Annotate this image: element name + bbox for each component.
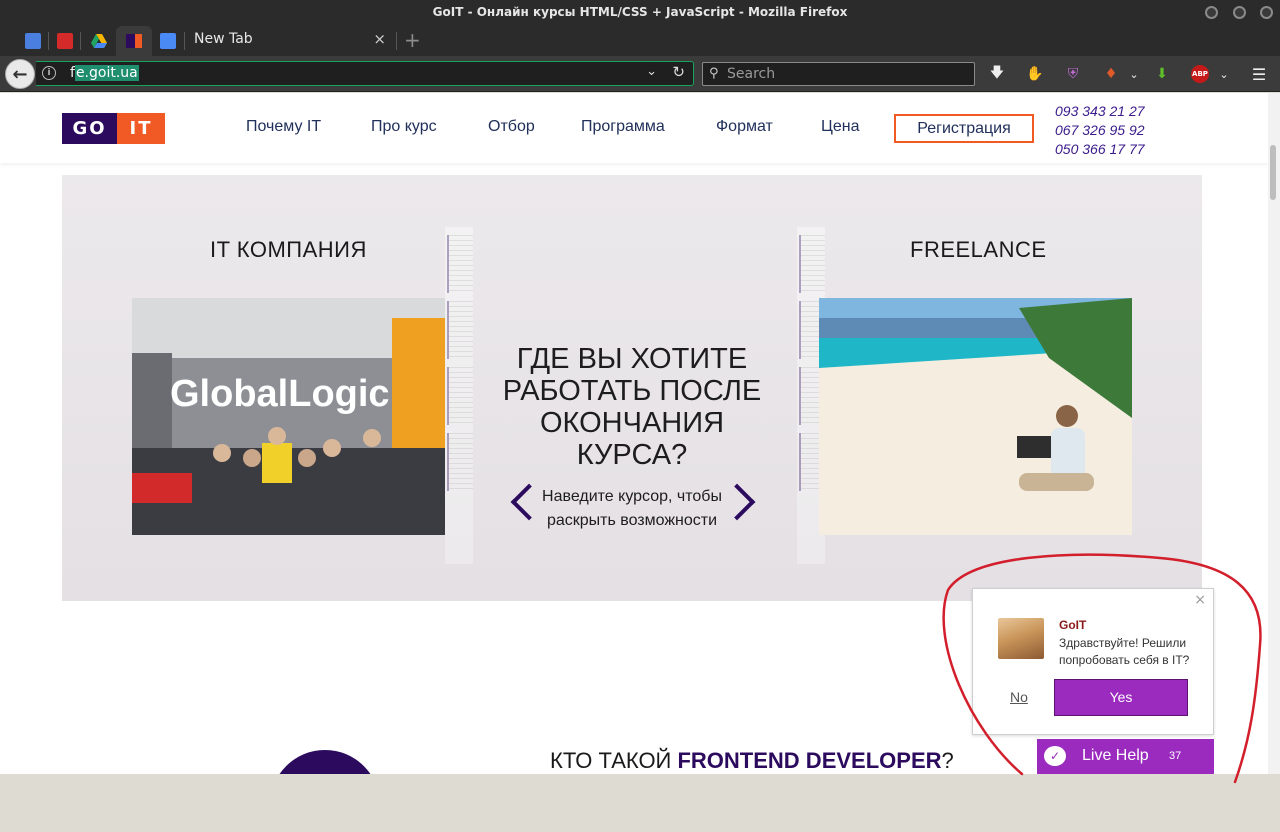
yes-button[interactable]: Yes (1054, 679, 1188, 716)
search-input[interactable]: ⚲ Search (702, 62, 975, 86)
nav-link-about-course[interactable]: Про курс (371, 118, 437, 136)
back-arrow-icon: ← (12, 63, 28, 85)
career-hero: IT КОМПАНИЯ FREELANCE GlobalLogic ГДЕ ВЫ… (62, 175, 1202, 601)
site-info-icon[interactable]: i (42, 66, 56, 80)
search-icon: ⚲ (709, 66, 719, 81)
phone-number[interactable]: 067 326 95 92 (1055, 122, 1145, 138)
live-help-count: 37 (1169, 750, 1182, 762)
translate-icon (25, 33, 41, 49)
close-tab-icon[interactable]: × (373, 26, 386, 53)
tab-label: New Tab (194, 31, 253, 47)
no-button[interactable]: No (1010, 689, 1028, 705)
chat-message: Здравствуйте! Решили попробовать себя в … (1059, 636, 1190, 667)
tab-separator (48, 32, 49, 50)
nav-link-why-it[interactable]: Почему IT (246, 118, 321, 136)
nav-link-program[interactable]: Программа (581, 118, 665, 136)
tab-new-tab[interactable]: New Tab × (184, 26, 394, 56)
hover-hint: Наведите курсор, чтобы раскрыть возможно… (542, 488, 722, 529)
svg-text:GlobalLogic: GlobalLogic (170, 373, 390, 415)
pinned-tab-translate[interactable] (20, 30, 46, 52)
url-text[interactable]: fe.goit.ua (70, 65, 139, 81)
it-company-image[interactable]: GlobalLogic (132, 298, 445, 535)
chat-popup: × GoIT Здравствуйте! Решили попробовать … (972, 588, 1214, 735)
acrobat-icon (57, 33, 73, 49)
phone-number[interactable]: 093 343 21 27 (1055, 103, 1145, 119)
goit-favicon-icon (126, 34, 142, 48)
pinned-tab-docs[interactable] (155, 30, 181, 52)
download-helper-icon[interactable]: ⬇ (1152, 64, 1172, 84)
download-icon[interactable]: 🡇 (987, 64, 1007, 84)
adblock-icon[interactable]: ABP (1190, 64, 1210, 84)
bottom-blank-area (0, 774, 1280, 832)
avatar (998, 618, 1044, 659)
extension-menu-chevron-icon[interactable]: ⌄ (1124, 64, 1144, 84)
close-window-button[interactable] (1260, 6, 1273, 19)
url-dropdown-chevron-icon[interactable]: ⌄ (646, 64, 657, 79)
pinned-tab-drive[interactable] (86, 30, 112, 52)
nav-link-format[interactable]: Формат (716, 118, 773, 136)
site-header: GO IT Почему IT Про курс Отбор Программа… (0, 93, 1268, 163)
navigation-bar: i fe.goit.ua ⌄ ↻ ← ⚲ Search 🡇 ✋ ⛨ ♦ ⌄ ⬇ … (0, 56, 1280, 92)
nav-link-selection[interactable]: Отбор (488, 118, 535, 136)
freelance-title: FREELANCE (910, 237, 1047, 262)
tab-separator (396, 32, 397, 50)
tab-separator (80, 32, 81, 50)
live-help-button[interactable]: ✓ Live Help 37 (1037, 739, 1214, 774)
search-placeholder: Search (727, 66, 776, 82)
back-button[interactable]: ← (5, 59, 35, 89)
hamburger-menu-icon[interactable]: ☰ (1249, 64, 1269, 84)
pinned-tab-goit[interactable] (116, 26, 152, 56)
drive-icon (91, 34, 107, 48)
adblock-menu-chevron-icon[interactable]: ⌄ (1214, 64, 1234, 84)
extension-shield-icon[interactable]: ⛨ (1063, 64, 1083, 84)
nav-link-price[interactable]: Цена (821, 118, 859, 136)
it-company-title: IT КОМПАНИЯ (210, 237, 367, 262)
goit-logo[interactable]: GO IT (62, 113, 165, 144)
live-help-label: Live Help (1082, 747, 1149, 764)
career-question: ГДЕ ВЫ ХОТИТЕ РАБОТАТЬ ПОСЛЕ ОКОНЧАНИЯ К… (502, 343, 762, 471)
decorative-shape (270, 750, 380, 774)
minimize-button[interactable] (1205, 6, 1218, 19)
tab-strip: New Tab × + (0, 26, 1280, 56)
phone-number[interactable]: 050 366 17 77 (1055, 141, 1145, 157)
new-tab-button[interactable]: + (404, 26, 421, 54)
url-bar[interactable]: i fe.goit.ua ⌄ ↻ (36, 61, 694, 86)
chat-agent-name: GoIT (1059, 618, 1087, 632)
window-titlebar: GoIT - Онлайн курсы HTML/CSS + JavaScrip… (0, 0, 1280, 26)
pinned-tab-acrobat[interactable] (52, 30, 78, 52)
scrollbar-thumb[interactable] (1270, 145, 1276, 200)
extension-hand-icon[interactable]: ✋ (1025, 64, 1045, 84)
freelance-image[interactable] (819, 298, 1132, 535)
section-title: КТО ТАКОЙ FRONTEND DEVELOPER? (550, 748, 954, 773)
register-button[interactable]: Регистрация (894, 114, 1034, 143)
reload-icon[interactable]: ↻ (672, 63, 685, 81)
window-title: GoIT - Онлайн курсы HTML/CSS + JavaScrip… (432, 5, 848, 19)
web-page: GO IT Почему IT Про курс Отбор Программа… (0, 93, 1268, 774)
close-chat-icon[interactable]: × (1194, 592, 1206, 608)
expand-strip-left[interactable] (445, 227, 473, 564)
chat-bubble-icon: ✓ (1044, 746, 1066, 766)
docs-icon (160, 33, 176, 49)
extension-flame-icon[interactable]: ♦ (1101, 64, 1121, 84)
maximize-button[interactable] (1233, 6, 1246, 19)
